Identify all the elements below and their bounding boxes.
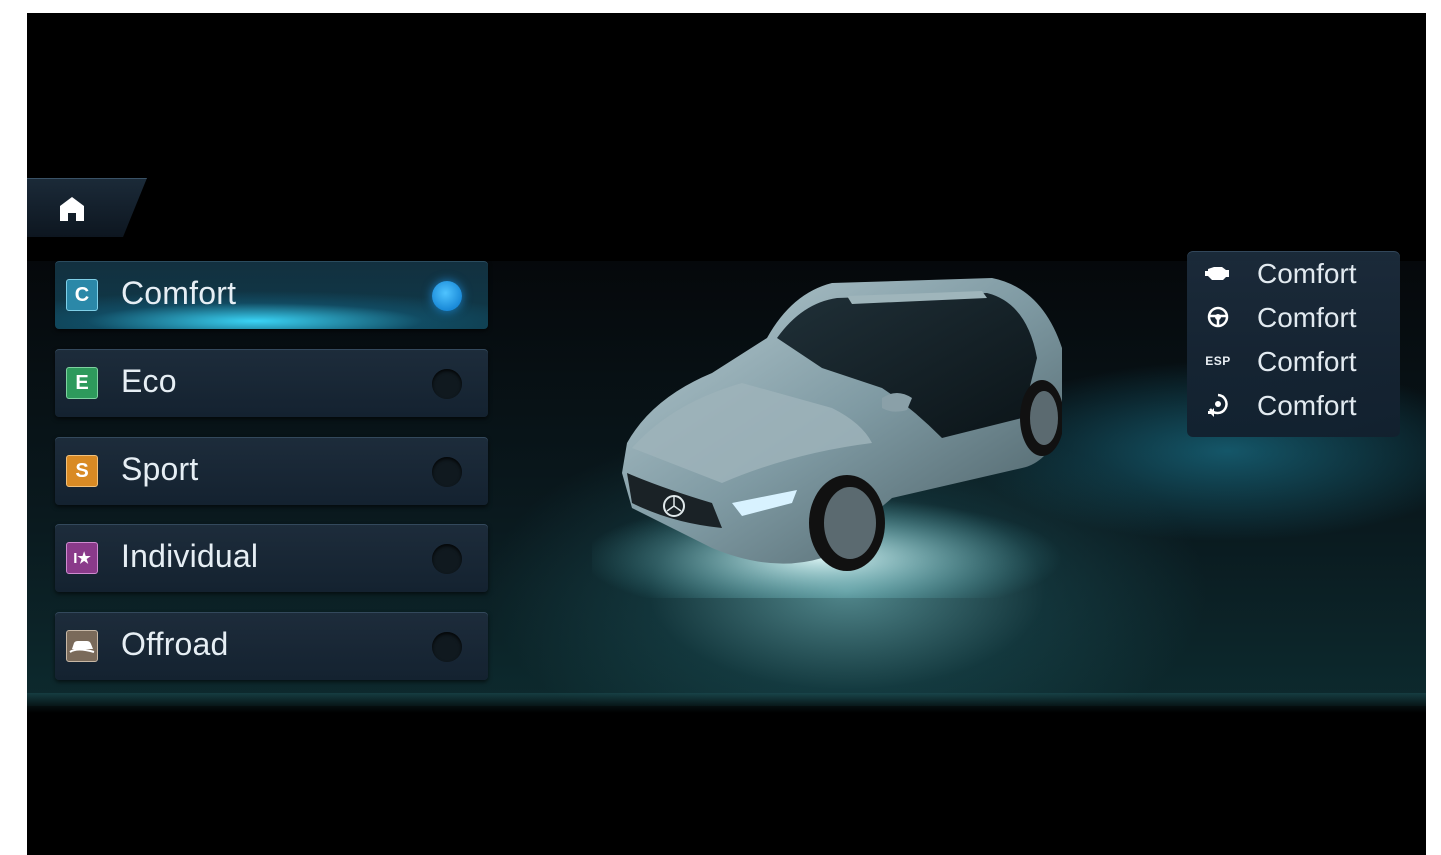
mode-label: Sport xyxy=(121,451,199,487)
esp-status-value: Comfort xyxy=(1257,346,1357,377)
mode-label: Comfort xyxy=(121,275,237,311)
rear-rim xyxy=(1030,391,1058,445)
mode-item-offroad[interactable]: Offroad xyxy=(55,612,488,680)
mode-item-comfort[interactable]: C Comfort xyxy=(55,261,488,329)
mode-label: Individual xyxy=(121,538,259,574)
home-icon xyxy=(60,197,84,221)
engine-icon xyxy=(1203,260,1233,286)
mode-item-individual[interactable]: I★ Individual xyxy=(55,524,488,592)
mode-item-eco[interactable]: E Eco xyxy=(55,349,488,417)
mode-label: Offroad xyxy=(121,626,229,662)
stage-bottom-fade xyxy=(27,693,1426,713)
mode-radio[interactable] xyxy=(432,369,462,399)
sport-badge-icon: S xyxy=(66,455,98,487)
esp-icon: ESP xyxy=(1205,354,1231,368)
mode-radio[interactable] xyxy=(432,457,462,487)
eco-badge-icon: E xyxy=(66,367,98,399)
steering-status-value: Comfort xyxy=(1257,302,1357,333)
offroad-badge-icon xyxy=(66,630,98,662)
engine-status-value: Comfort xyxy=(1257,258,1357,289)
mode-radio[interactable] xyxy=(432,632,462,662)
mode-radio-selected[interactable] xyxy=(432,281,462,311)
home-button[interactable] xyxy=(27,178,147,237)
status-row-steering: Comfort xyxy=(1187,295,1400,339)
status-row-esp: ESP Comfort xyxy=(1187,339,1400,383)
car-illustration xyxy=(592,278,1062,598)
mode-label: Eco xyxy=(121,363,177,399)
individual-badge-icon: I★ xyxy=(66,542,98,574)
front-rim xyxy=(824,487,876,559)
status-row-sound: Comfort xyxy=(1187,383,1400,427)
drive-program-screen: C Comfort E Eco S Sport I★ Individual Of… xyxy=(27,13,1426,855)
steering-wheel-icon xyxy=(1203,304,1233,330)
drive-settings-panel: Comfort Comfort ESP Comfort Comfort xyxy=(1187,251,1400,437)
mode-item-sport[interactable]: S Sport xyxy=(55,437,488,505)
engine-sound-icon xyxy=(1203,392,1233,418)
offroad-car-icon xyxy=(69,641,95,653)
status-row-engine: Comfort xyxy=(1187,251,1400,295)
mode-radio[interactable] xyxy=(432,544,462,574)
comfort-badge-icon: C xyxy=(66,279,98,311)
sound-status-value: Comfort xyxy=(1257,390,1357,421)
